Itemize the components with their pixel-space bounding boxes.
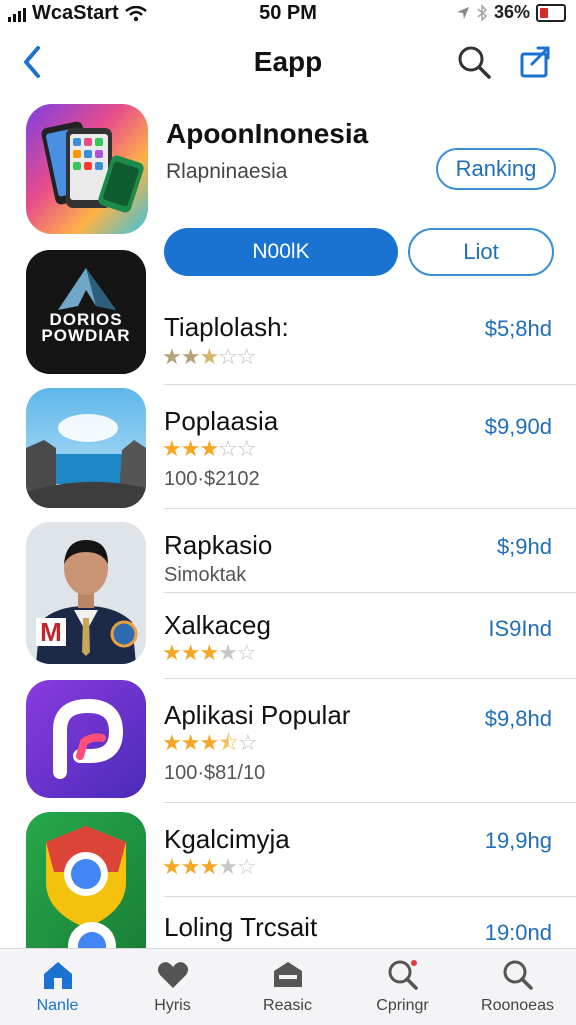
rating-stars: ★★★★☆: [162, 854, 257, 879]
featured-app-subtitle: Rlapninaesia: [166, 160, 288, 183]
tab-apps[interactable]: Reasic: [230, 955, 345, 1021]
rating-stars: ★★★☆☆: [162, 344, 257, 369]
tab-search[interactable]: Cpringr: [345, 955, 460, 1021]
briefcase-icon: [273, 962, 302, 987]
seaside-landscape-icon: [26, 388, 146, 508]
location-icon: [456, 6, 469, 19]
list-item[interactable]: Poplaasia $9,90d ★★★☆☆ 100·$2102: [0, 388, 576, 509]
rating-stars: ★★★⯪☆: [162, 730, 258, 755]
portrait-photo-icon: M: [26, 522, 146, 664]
list-item[interactable]: DORIOS POWDIAR Tiaplolash: $5;8hd ★★★☆☆: [0, 250, 576, 385]
list-item[interactable]: Kgalcimyja 19,9hg ★★★★☆ Loling Trcsait 1…: [0, 812, 576, 948]
app-name: Rapkasio: [164, 530, 273, 560]
tab-bar: Nanle Hyris Reasic Cpringr Roonoeas: [0, 948, 576, 1025]
app-price[interactable]: $5;8hd: [485, 316, 552, 342]
home-icon: [43, 962, 72, 989]
divider: [164, 384, 576, 385]
app-name: Loling Trcsait: [164, 912, 318, 942]
share-icon[interactable]: [518, 44, 554, 80]
app-name: Xalkaceg: [164, 610, 271, 640]
app-price[interactable]: $9,90d: [485, 414, 552, 440]
divider: [164, 592, 576, 593]
tab-label: Nanle: [36, 997, 79, 1014]
app-name: Poplaasia: [164, 406, 279, 436]
app-name: Kgalcimyja: [164, 824, 290, 854]
rating-stars: ★★★☆☆: [162, 436, 257, 461]
dorios-popular-logo-icon: DORIOS POWDIAR: [26, 250, 146, 374]
divider: [164, 802, 576, 803]
list-item[interactable]: M Rapkasio $;9hd Simoktak Xalkaceg IS9In…: [0, 522, 576, 679]
tab-label: Cpringr: [376, 997, 429, 1014]
app-name: Tiaplolash:: [164, 312, 289, 342]
app-price[interactable]: 19:0nd: [485, 920, 552, 946]
tab-home[interactable]: Nanle: [0, 955, 115, 1021]
battery-icon: [536, 3, 566, 22]
phones-app-icon[interactable]: [26, 104, 148, 234]
heart-icon: [157, 962, 188, 988]
tab-more[interactable]: Roonoeas: [460, 955, 575, 1021]
divider: [164, 896, 576, 897]
search-icon: [388, 960, 418, 990]
divider: [164, 508, 576, 509]
search-icon: [503, 960, 533, 990]
app-downloads: 100·$2102: [164, 468, 260, 490]
app-price[interactable]: $9,8hd: [485, 706, 552, 732]
tab-label: Roonoeas: [481, 997, 554, 1014]
app-price[interactable]: $;9hd: [497, 534, 552, 560]
ranking-button[interactable]: Ranking: [436, 148, 556, 190]
list-item[interactable]: Aplikasi Popular $9,8hd ★★★⯪☆ 100·$81/10: [0, 680, 576, 803]
battery-percent: 36%: [493, 2, 530, 22]
tab-label: Hyris: [154, 997, 191, 1014]
bluetooth-icon: [477, 3, 488, 22]
app-subtitle: Simoktak: [164, 564, 247, 586]
chrome-like-logo-icon: [26, 812, 146, 948]
rating-stars: ★★★★☆: [162, 640, 257, 665]
logo-text: M: [36, 618, 66, 646]
logo-text: DORIOS POWDIAR: [41, 310, 131, 345]
tab-favorites[interactable]: Hyris: [115, 955, 230, 1021]
app-price[interactable]: IS9Ind: [488, 616, 552, 642]
app-name: Aplikasi Popular: [164, 700, 351, 730]
navigation-bar: Eapp: [0, 34, 576, 90]
app-downloads: 100·$81/10: [164, 762, 266, 784]
app-price[interactable]: 19,9hg: [485, 828, 552, 854]
tab-label: Reasic: [263, 997, 312, 1014]
divider: [164, 678, 576, 679]
search-icon[interactable]: [456, 44, 492, 80]
featured-app-title: ApoonInonesia: [166, 118, 369, 149]
purple-p-logo-icon: [26, 680, 146, 798]
status-bar: WcaStart 50 PM 36%: [0, 0, 576, 28]
